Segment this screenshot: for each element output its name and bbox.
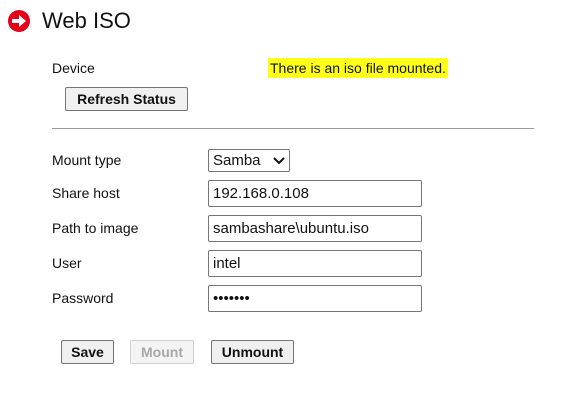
page-header: Web ISO <box>8 8 131 34</box>
web-iso-page: Web ISO Device There is an iso file moun… <box>0 0 582 411</box>
user-input[interactable] <box>208 250 422 277</box>
device-label: Device <box>52 60 95 76</box>
password-input[interactable] <box>208 285 422 312</box>
save-button[interactable]: Save <box>61 340 114 364</box>
page-title: Web ISO <box>42 8 131 33</box>
share-host-input[interactable] <box>208 180 422 207</box>
section-divider <box>52 128 534 129</box>
arrow-right-circle-icon <box>8 10 30 32</box>
unmount-button[interactable]: Unmount <box>211 340 294 364</box>
path-to-image-input[interactable] <box>208 215 422 242</box>
mount-type-label: Mount type <box>52 152 122 168</box>
mount-status-message: There is an iso file mounted. <box>268 58 448 78</box>
chevron-down-icon <box>273 156 285 164</box>
path-to-image-label: Path to image <box>52 220 139 236</box>
mount-button[interactable]: Mount <box>130 340 194 364</box>
share-host-label: Share host <box>52 185 120 201</box>
password-label: Password <box>52 290 114 306</box>
mount-type-select[interactable]: Samba <box>208 149 290 172</box>
refresh-status-button[interactable]: Refresh Status <box>65 87 188 111</box>
user-label: User <box>52 255 82 271</box>
mount-type-selected-value: Samba <box>213 152 261 169</box>
